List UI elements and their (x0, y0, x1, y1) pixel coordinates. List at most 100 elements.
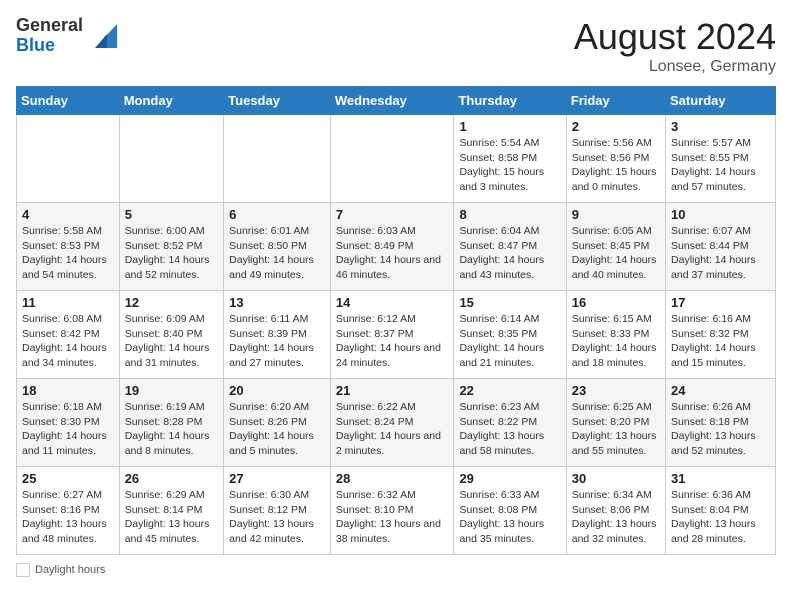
day-number: 4 (22, 207, 114, 222)
day-info: Sunrise: 6:23 AM Sunset: 8:22 PM Dayligh… (459, 400, 560, 459)
header-day-wednesday: Wednesday (330, 87, 454, 115)
week-row-4: 18 Sunrise: 6:18 AM Sunset: 8:30 PM Dayli… (17, 379, 776, 467)
calendar-cell: 9 Sunrise: 6:05 AM Sunset: 8:45 PM Daylig… (566, 203, 665, 291)
day-number: 17 (671, 295, 770, 310)
calendar-cell: 20Sunrise: 6:20 AM Sunset: 8:26 PM Dayli… (224, 379, 331, 467)
day-number: 15 (459, 295, 560, 310)
day-number: 21 (336, 383, 449, 398)
calendar-cell (224, 115, 331, 203)
day-number: 11 (22, 295, 114, 310)
day-info: Sunrise: 6:08 AM Sunset: 8:42 PM Dayligh… (22, 312, 114, 371)
calendar-cell: 10Sunrise: 6:07 AM Sunset: 8:44 PM Dayli… (666, 203, 776, 291)
logo-icon (85, 20, 117, 52)
header-day-sunday: Sunday (17, 87, 120, 115)
calendar-cell: 14Sunrise: 6:12 AM Sunset: 8:37 PM Dayli… (330, 291, 454, 379)
day-info: Sunrise: 6:01 AM Sunset: 8:50 PM Dayligh… (229, 224, 325, 283)
week-row-3: 11 Sunrise: 6:08 AM Sunset: 8:42 PM Dayli… (17, 291, 776, 379)
day-number: 18 (22, 383, 114, 398)
calendar-cell: 17 Sunrise: 6:16 AM Sunset: 8:32 PM Dayli… (666, 291, 776, 379)
calendar-table: SundayMondayTuesdayWednesdayThursdayFrid… (16, 86, 776, 555)
day-info: Sunrise: 6:36 AM Sunset: 8:04 PM Dayligh… (671, 488, 770, 547)
day-info: Sunrise: 5:54 AM Sunset: 8:58 PM Dayligh… (459, 136, 560, 195)
day-number: 29 (459, 471, 560, 486)
day-number: 22 (459, 383, 560, 398)
day-info: Sunrise: 6:11 AM Sunset: 8:39 PM Dayligh… (229, 312, 325, 371)
calendar-cell: 27 Sunrise: 6:30 AM Sunset: 8:12 PM Dayli… (224, 467, 331, 555)
calendar-cell: 26 Sunrise: 6:29 AM Sunset: 8:14 PM Dayli… (119, 467, 223, 555)
calendar-cell: 13Sunrise: 6:11 AM Sunset: 8:39 PM Dayli… (224, 291, 331, 379)
daylight-legend: Daylight hours (16, 563, 105, 577)
page-header: General Blue August 2024 Lonsee, Germany (16, 16, 776, 76)
day-info: Sunrise: 6:15 AM Sunset: 8:33 PM Dayligh… (572, 312, 660, 371)
day-info: Sunrise: 6:00 AM Sunset: 8:52 PM Dayligh… (125, 224, 218, 283)
calendar-cell: 12 Sunrise: 6:09 AM Sunset: 8:40 PM Dayli… (119, 291, 223, 379)
calendar-cell: 6Sunrise: 6:01 AM Sunset: 8:50 PM Daylig… (224, 203, 331, 291)
day-number: 5 (125, 207, 218, 222)
day-info: Sunrise: 6:18 AM Sunset: 8:30 PM Dayligh… (22, 400, 114, 459)
day-number: 28 (336, 471, 449, 486)
day-number: 10 (671, 207, 770, 222)
day-number: 26 (125, 471, 218, 486)
day-info: Sunrise: 6:27 AM Sunset: 8:16 PM Dayligh… (22, 488, 114, 547)
day-info: Sunrise: 6:19 AM Sunset: 8:28 PM Dayligh… (125, 400, 218, 459)
day-info: Sunrise: 6:12 AM Sunset: 8:37 PM Dayligh… (336, 312, 449, 371)
day-info: Sunrise: 6:04 AM Sunset: 8:47 PM Dayligh… (459, 224, 560, 283)
day-info: Sunrise: 6:26 AM Sunset: 8:18 PM Dayligh… (671, 400, 770, 459)
calendar-cell: 11 Sunrise: 6:08 AM Sunset: 8:42 PM Dayli… (17, 291, 120, 379)
calendar-cell: 1 Sunrise: 5:54 AM Sunset: 8:58 PM Daylig… (454, 115, 566, 203)
month-title: August 2024 (574, 16, 776, 58)
calendar-cell: 25 Sunrise: 6:27 AM Sunset: 8:16 PM Dayli… (17, 467, 120, 555)
day-number: 7 (336, 207, 449, 222)
calendar-cell: 8 Sunrise: 6:04 AM Sunset: 8:47 PM Daylig… (454, 203, 566, 291)
daylight-box (16, 563, 30, 577)
day-number: 23 (572, 383, 660, 398)
day-info: Sunrise: 6:03 AM Sunset: 8:49 PM Dayligh… (336, 224, 449, 283)
logo: General Blue (16, 16, 117, 56)
calendar-cell: 4Sunrise: 5:58 AM Sunset: 8:53 PM Daylig… (17, 203, 120, 291)
day-number: 19 (125, 383, 218, 398)
header-day-thursday: Thursday (454, 87, 566, 115)
daylight-label: Daylight hours (35, 564, 105, 576)
day-number: 3 (671, 119, 770, 134)
calendar-cell: 24Sunrise: 6:26 AM Sunset: 8:18 PM Dayli… (666, 379, 776, 467)
day-info: Sunrise: 6:30 AM Sunset: 8:12 PM Dayligh… (229, 488, 325, 547)
header-day-monday: Monday (119, 87, 223, 115)
day-info: Sunrise: 6:20 AM Sunset: 8:26 PM Dayligh… (229, 400, 325, 459)
day-info: Sunrise: 6:09 AM Sunset: 8:40 PM Dayligh… (125, 312, 218, 371)
day-number: 25 (22, 471, 114, 486)
day-info: Sunrise: 6:25 AM Sunset: 8:20 PM Dayligh… (572, 400, 660, 459)
day-info: Sunrise: 6:33 AM Sunset: 8:08 PM Dayligh… (459, 488, 560, 547)
header-day-saturday: Saturday (666, 87, 776, 115)
logo-blue-text: Blue (16, 36, 83, 56)
calendar-cell: 18 Sunrise: 6:18 AM Sunset: 8:30 PM Dayli… (17, 379, 120, 467)
calendar-cell: 19 Sunrise: 6:19 AM Sunset: 8:28 PM Dayli… (119, 379, 223, 467)
day-info: Sunrise: 6:05 AM Sunset: 8:45 PM Dayligh… (572, 224, 660, 283)
calendar-cell (119, 115, 223, 203)
day-number: 31 (671, 471, 770, 486)
day-number: 16 (572, 295, 660, 310)
day-info: Sunrise: 6:32 AM Sunset: 8:10 PM Dayligh… (336, 488, 449, 547)
day-number: 8 (459, 207, 560, 222)
calendar-header-row: SundayMondayTuesdayWednesdayThursdayFrid… (17, 87, 776, 115)
day-number: 12 (125, 295, 218, 310)
calendar-cell: 15 Sunrise: 6:14 AM Sunset: 8:35 PM Dayli… (454, 291, 566, 379)
calendar-cell (17, 115, 120, 203)
day-info: Sunrise: 6:29 AM Sunset: 8:14 PM Dayligh… (125, 488, 218, 547)
day-number: 30 (572, 471, 660, 486)
day-number: 27 (229, 471, 325, 486)
day-number: 9 (572, 207, 660, 222)
calendar-cell: 23 Sunrise: 6:25 AM Sunset: 8:20 PM Dayli… (566, 379, 665, 467)
day-info: Sunrise: 6:14 AM Sunset: 8:35 PM Dayligh… (459, 312, 560, 371)
logo-general-text: General (16, 16, 83, 36)
calendar-cell: 30Sunrise: 6:34 AM Sunset: 8:06 PM Dayli… (566, 467, 665, 555)
title-block: August 2024 Lonsee, Germany (574, 16, 776, 76)
header-day-tuesday: Tuesday (224, 87, 331, 115)
week-row-1: 1 Sunrise: 5:54 AM Sunset: 8:58 PM Daylig… (17, 115, 776, 203)
day-number: 1 (459, 119, 560, 134)
week-row-5: 25 Sunrise: 6:27 AM Sunset: 8:16 PM Dayli… (17, 467, 776, 555)
day-info: Sunrise: 6:16 AM Sunset: 8:32 PM Dayligh… (671, 312, 770, 371)
calendar-cell: 22 Sunrise: 6:23 AM Sunset: 8:22 PM Dayli… (454, 379, 566, 467)
calendar-cell: 5 Sunrise: 6:00 AM Sunset: 8:52 PM Daylig… (119, 203, 223, 291)
calendar-cell: 16 Sunrise: 6:15 AM Sunset: 8:33 PM Dayli… (566, 291, 665, 379)
header-day-friday: Friday (566, 87, 665, 115)
